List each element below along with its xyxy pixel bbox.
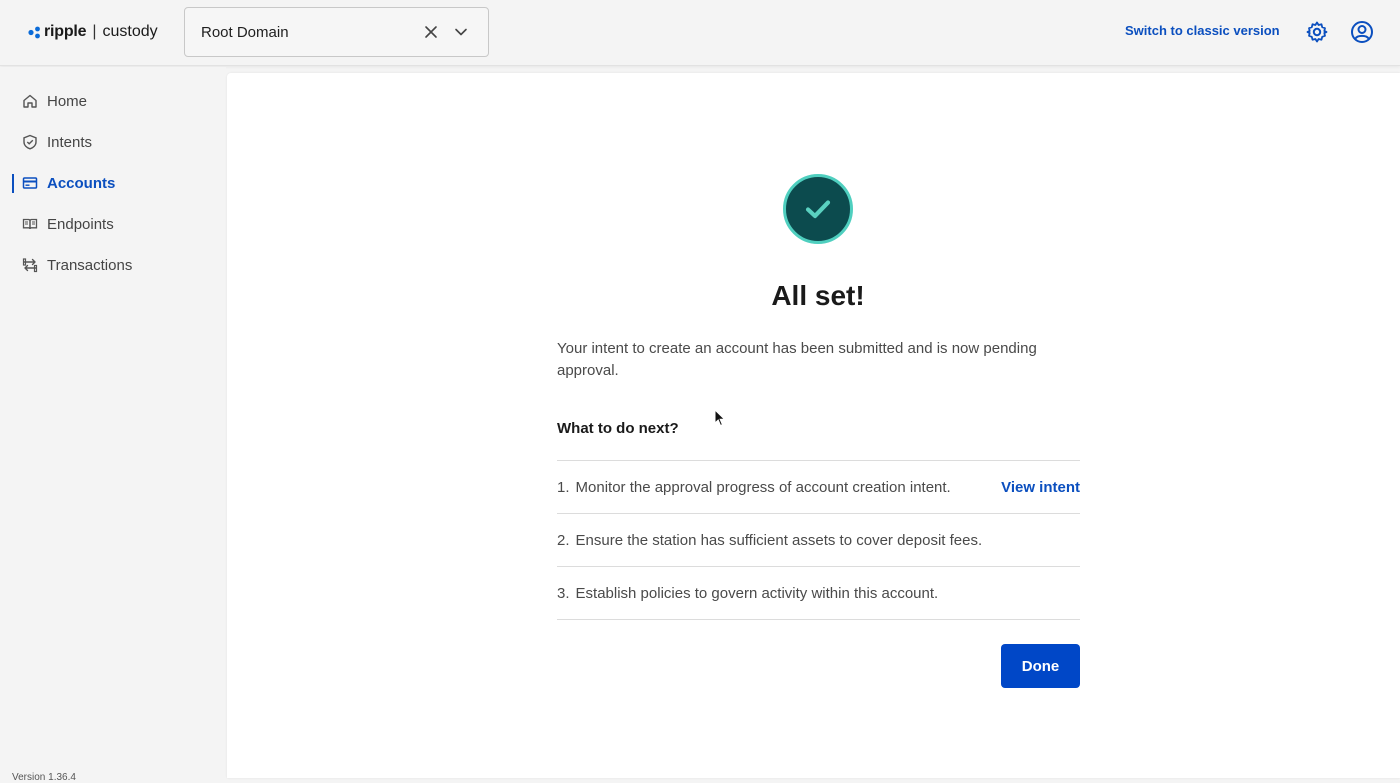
step-text: Monitor the approval progress of account… xyxy=(575,478,951,496)
list-item: 1. Monitor the approval progress of acco… xyxy=(557,461,1080,514)
next-steps-list: 1. Monitor the approval progress of acco… xyxy=(557,460,1080,620)
step-number: 2. xyxy=(557,531,570,549)
list-item: 3. Establish policies to govern activity… xyxy=(557,567,1080,620)
domain-select-value: Root Domain xyxy=(201,23,289,41)
home-icon xyxy=(22,93,38,109)
user-circle-icon[interactable] xyxy=(1350,20,1374,44)
logo-separator: | xyxy=(92,23,97,40)
chevron-down-icon[interactable] xyxy=(447,18,475,46)
main-panel: All set! Your intent to create an accoun… xyxy=(227,73,1400,778)
gear-icon[interactable] xyxy=(1305,20,1329,44)
step-number: 3. xyxy=(557,584,570,602)
sidebar-item-label: Accounts xyxy=(47,174,116,192)
sidebar-item-label: Transactions xyxy=(47,256,133,274)
mouse-cursor-icon xyxy=(714,409,726,427)
top-header: ripple | custody Root Domain Switch to c… xyxy=(0,0,1400,66)
sidebar-item-label: Endpoints xyxy=(47,215,114,233)
ripple-custody-logo[interactable]: ripple | custody xyxy=(28,21,158,43)
logo-product-text: custody xyxy=(102,23,158,40)
step-number: 1. xyxy=(557,478,570,496)
shield-icon xyxy=(22,134,38,150)
sidebar-item-home[interactable]: Home xyxy=(12,86,212,116)
sidebar-item-intents[interactable]: Intents xyxy=(12,127,212,157)
ripple-logo-icon xyxy=(28,26,40,38)
sidebar-item-endpoints[interactable]: Endpoints xyxy=(12,209,212,239)
step-text: Ensure the station has sufficient assets… xyxy=(575,531,983,549)
close-icon[interactable] xyxy=(417,18,445,46)
card-icon xyxy=(22,175,38,191)
sidebar-item-label: Intents xyxy=(47,133,93,151)
list-item: 2. Ensure the station has sufficient ass… xyxy=(557,514,1080,567)
sidebar-item-accounts[interactable]: Accounts xyxy=(12,168,212,198)
sidebar-item-label: Home xyxy=(47,92,88,110)
next-steps-heading: What to do next? xyxy=(557,420,679,437)
success-check-icon xyxy=(783,174,853,244)
confirmation-message: Your intent to create an account has bee… xyxy=(557,340,1037,379)
step-text: Establish policies to govern activity wi… xyxy=(575,584,939,602)
done-button[interactable]: Done xyxy=(1001,644,1080,688)
domain-select[interactable]: Root Domain xyxy=(184,7,489,57)
logo-brand-text: ripple xyxy=(44,23,87,40)
transfer-icon xyxy=(22,257,38,273)
book-icon xyxy=(22,216,38,232)
sidebar-item-transactions[interactable]: Transactions xyxy=(12,250,212,280)
sidebar-nav: Home Intents Accounts Endpoints Transact… xyxy=(0,67,226,783)
switch-classic-link[interactable]: Switch to classic version xyxy=(1125,23,1280,38)
page-title: All set! xyxy=(771,280,865,311)
view-intent-link[interactable]: View intent xyxy=(1001,479,1080,496)
